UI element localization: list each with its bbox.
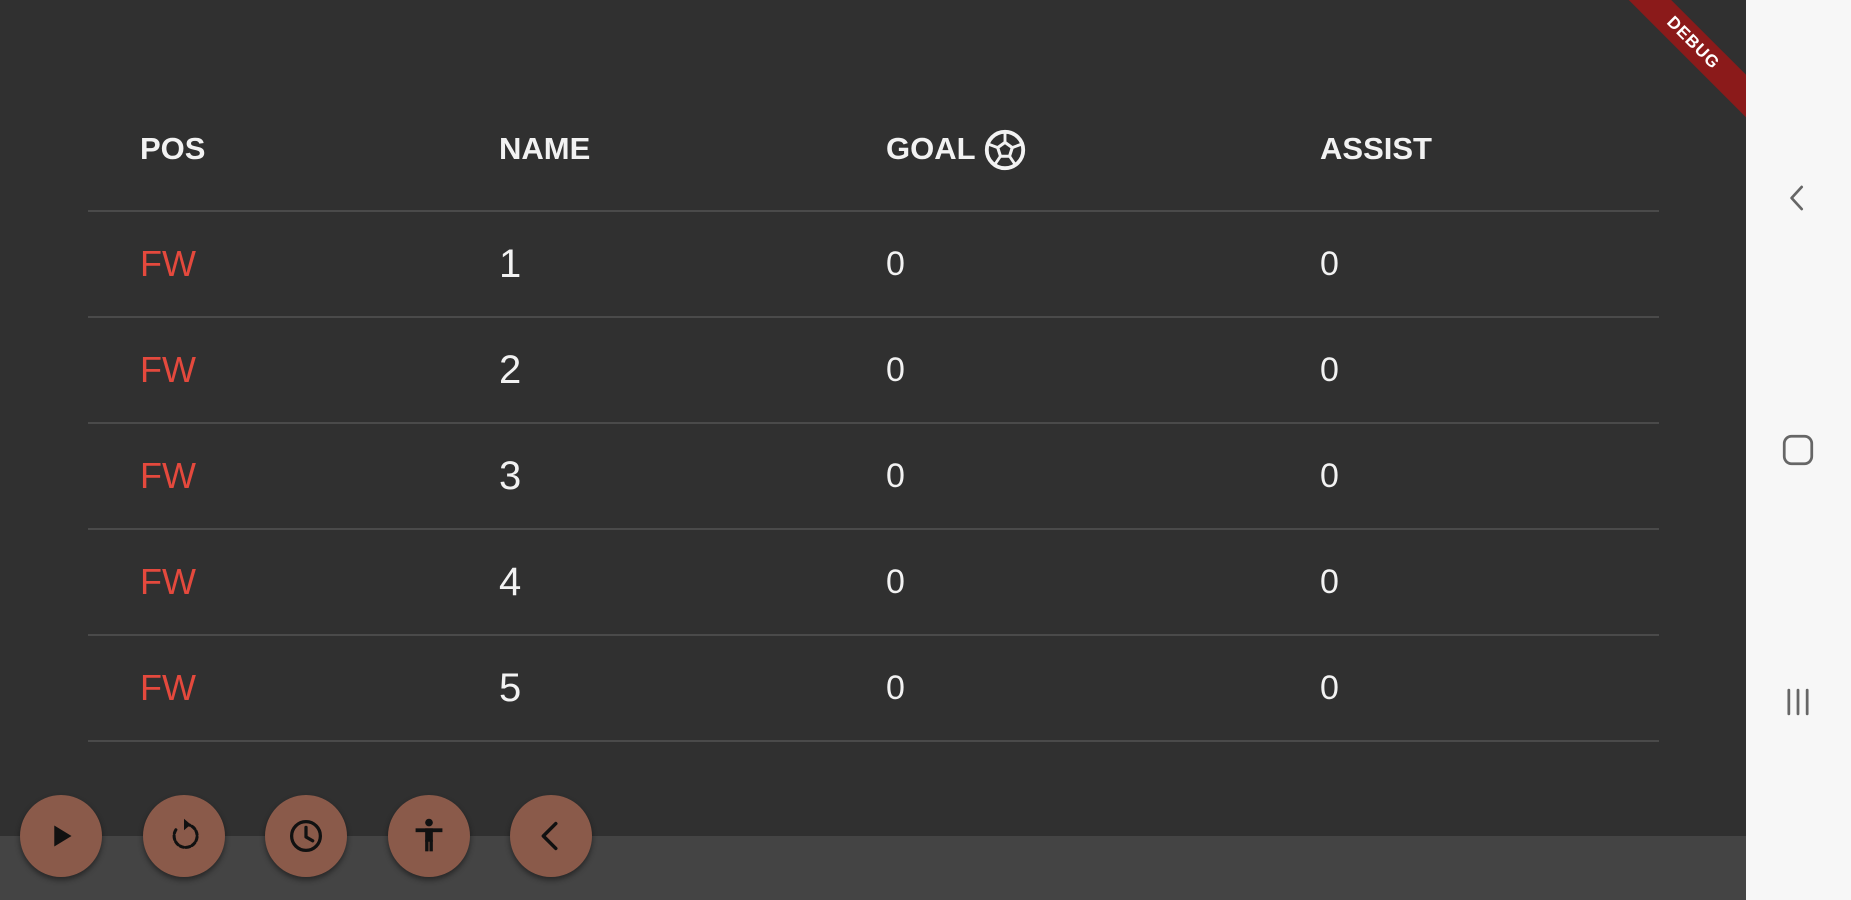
header-assist: ASSIST [1320,131,1432,166]
accessibility-icon [415,818,443,852]
app-screen: DEBUG POS NAME GOAL ASSIST FW 1 0 0 FW 2… [0,0,1746,900]
table-row[interactable]: FW 4 0 0 [88,530,1659,636]
soccer-ball-icon [982,127,1028,173]
app-root: DEBUG POS NAME GOAL ASSIST FW 1 0 0 FW 2… [0,0,1851,900]
nav-back-button[interactable] [1768,168,1828,228]
bottom-bar [0,836,1746,900]
header-pos: POS [140,131,206,166]
cell-assist: 0 [1320,562,1339,601]
clock-icon [289,819,323,853]
cell-pos: FW [140,561,196,602]
cell-goal: 0 [886,350,905,389]
cell-goal: 0 [886,244,905,283]
table-row[interactable]: FW 2 0 0 [88,318,1659,424]
stats-table: POS NAME GOAL ASSIST FW 1 0 0 FW 2 0 0 F… [88,107,1659,742]
table-row[interactable]: FW 1 0 0 [88,212,1659,318]
cell-goal: 0 [886,456,905,495]
cell-pos: FW [140,455,196,496]
cell-name: 4 [499,559,522,604]
play-icon [54,825,72,847]
table-header-row: POS NAME GOAL ASSIST [88,107,1659,212]
accessibility-button[interactable] [388,795,470,877]
cell-name: 2 [499,347,522,392]
header-name: NAME [499,131,591,166]
cell-assist: 0 [1320,244,1339,283]
chevron-left-icon [541,821,558,851]
cell-assist: 0 [1320,456,1339,495]
nav-recents-button[interactable] [1768,672,1828,732]
cell-goal: 0 [886,562,905,601]
play-button[interactable] [20,795,102,877]
cell-pos: FW [140,243,196,284]
table-row[interactable]: FW 3 0 0 [88,424,1659,530]
table-row[interactable]: FW 5 0 0 [88,636,1659,742]
cell-goal: 0 [886,668,905,707]
cell-name: 1 [499,241,522,286]
cell-name: 5 [499,665,522,710]
system-nav-bar [1746,0,1851,900]
history-button[interactable] [265,795,347,877]
nav-home-button[interactable] [1768,420,1828,480]
recents-icon [1787,688,1809,716]
header-goal: GOAL [886,131,976,166]
cell-assist: 0 [1320,668,1339,707]
refresh-button[interactable] [143,795,225,877]
cell-name: 3 [499,453,522,498]
cell-pos: FW [140,349,196,390]
refresh-icon [172,818,199,849]
back-fab-button[interactable] [510,795,592,877]
header-goal-cell: GOAL [886,107,1028,210]
cell-assist: 0 [1320,350,1339,389]
cell-pos: FW [140,667,196,708]
back-icon [1790,185,1804,211]
home-icon [1782,434,1814,466]
